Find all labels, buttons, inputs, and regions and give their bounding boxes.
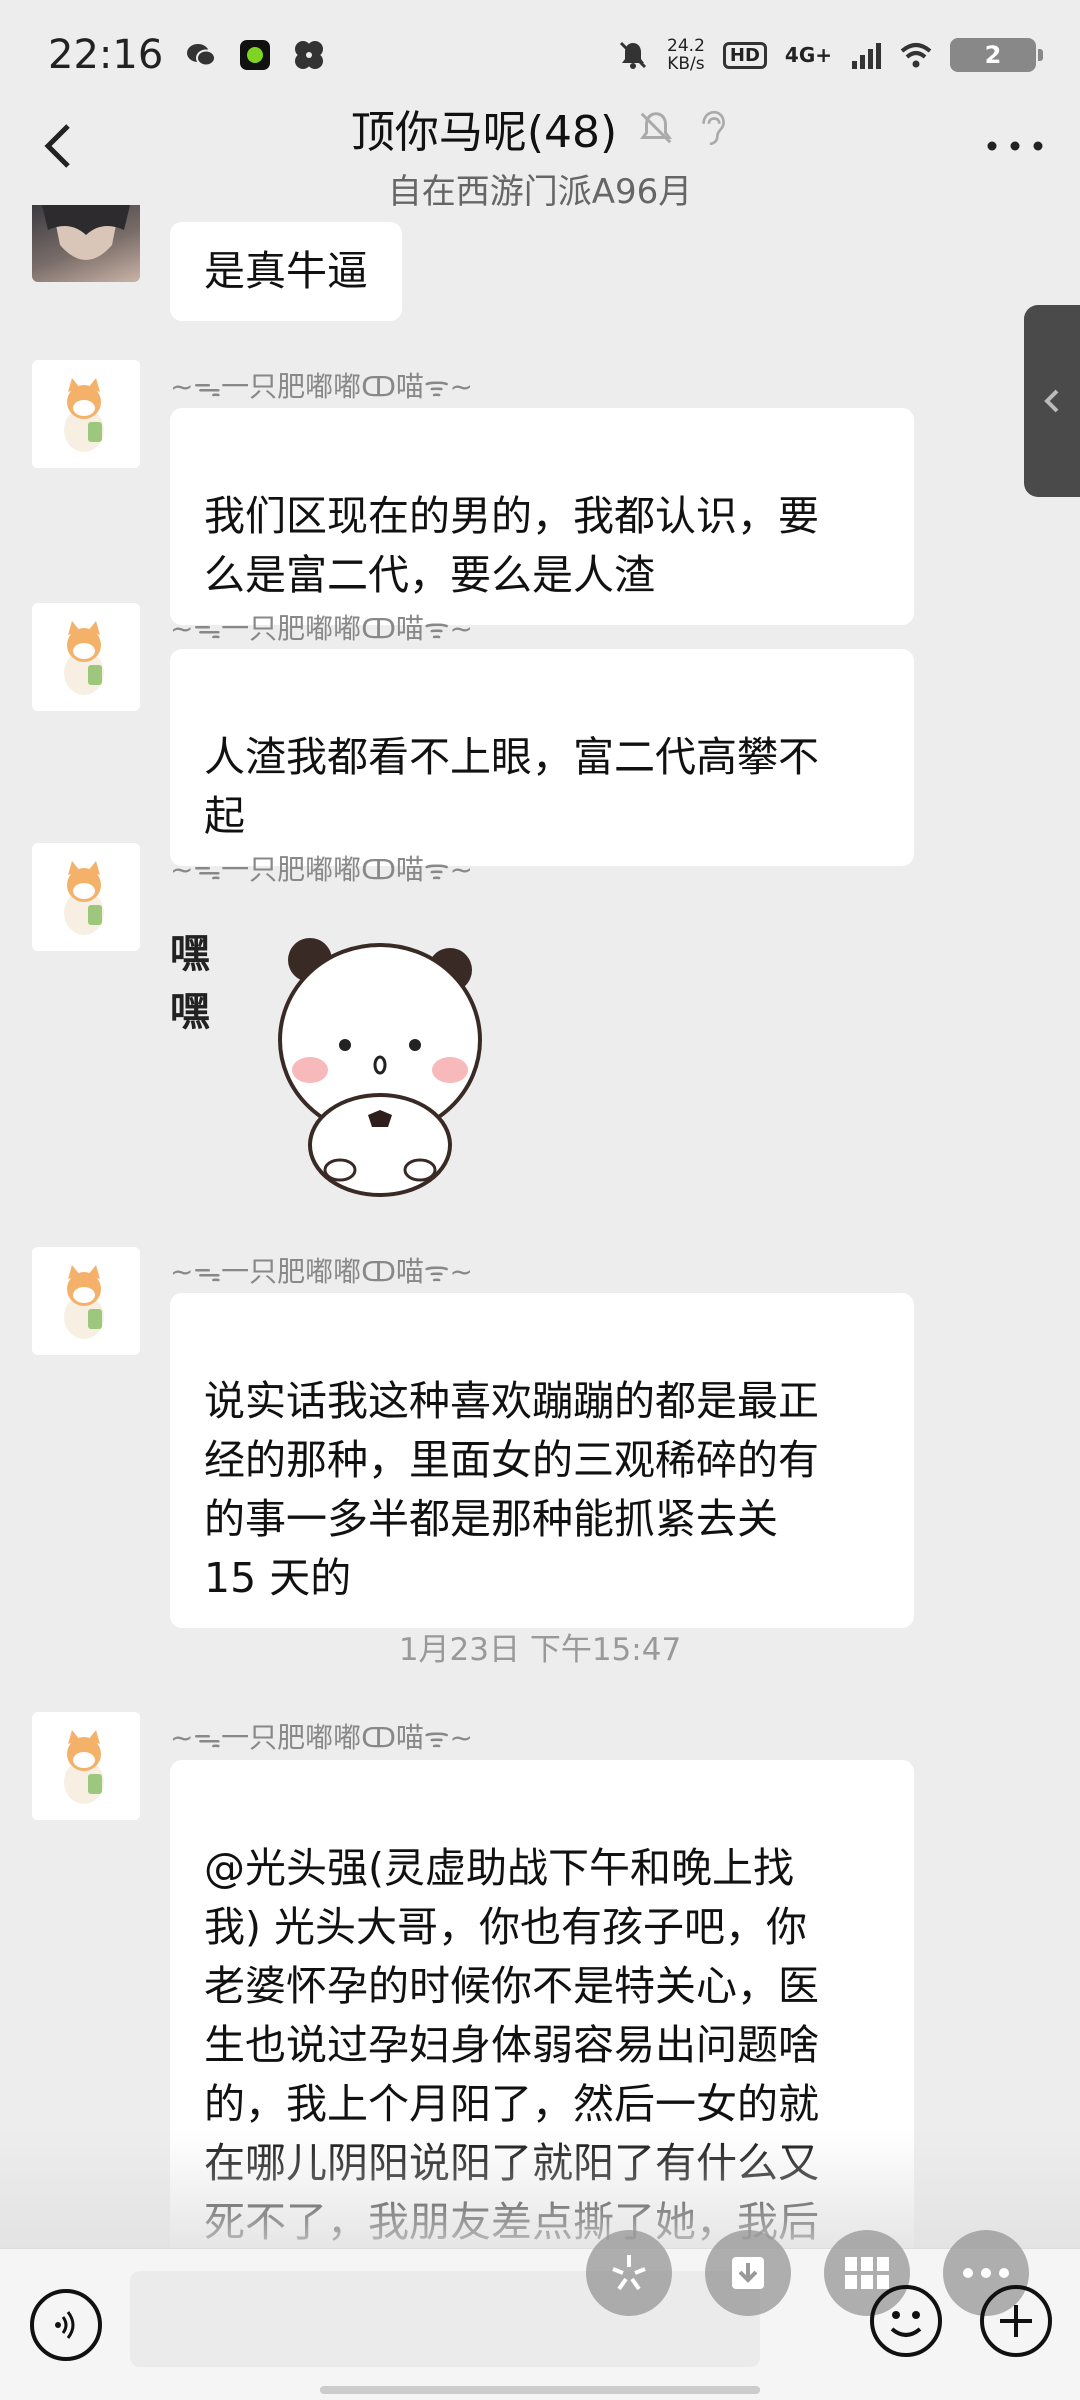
hd-badge: HD <box>722 41 767 69</box>
fan-icon <box>295 41 324 69</box>
chevron-left-icon <box>1044 389 1059 413</box>
speed-unit: KB/s <box>667 54 705 74</box>
avatar[interactable] <box>32 1247 140 1355</box>
network-type: 4G+ <box>784 43 832 67</box>
avatar[interactable] <box>32 360 140 468</box>
home-indicator[interactable] <box>320 2386 760 2394</box>
bell-off-icon <box>619 41 647 69</box>
sender-name: ~ᯓ一只肥嘟嘟ↀ喵ᯤ~ <box>170 612 473 645</box>
more-dots-icon <box>963 2268 1009 2278</box>
signal-icon <box>852 43 881 69</box>
avatar[interactable] <box>32 843 140 951</box>
message-text: 我们区现在的男的，我都认识，要 么是富二代，要么是人渣 <box>204 492 819 599</box>
cat-avatar-icon <box>32 360 140 468</box>
message-text: 说实话我这种喜欢蹦蹦的都是最正 经的那种，里面女的三观稀碎的有 的事一多半都是那… <box>204 1377 819 1602</box>
message-bubble[interactable]: 说实话我这种喜欢蹦蹦的都是最正 经的那种，里面女的三观稀碎的有 的事一多半都是那… <box>170 1293 914 1628</box>
grid-icon <box>845 2257 889 2289</box>
download-button[interactable] <box>705 2230 791 2316</box>
scroll-fade <box>0 2130 1080 2250</box>
chat-subtitle: 自在西游门派A96月 <box>387 172 693 212</box>
bell-off-icon <box>640 112 673 144</box>
network-speed: 24.2 KB/s <box>667 37 705 73</box>
speed-value: 24.2 <box>667 36 705 56</box>
message-bubble[interactable]: 人渣我都看不上眼，富二代高攀不 起 <box>170 649 914 866</box>
wifi-icon <box>900 43 932 68</box>
wechat-icon <box>187 44 217 67</box>
voice-icon <box>55 2311 75 2339</box>
chat-title: 顶你马呢(48) <box>350 107 618 158</box>
message-text: 是真牛逼 <box>204 247 368 295</box>
chat-timestamp: 1月23日 下午15:47 <box>398 1632 682 1668</box>
message-bubble[interactable]: 我们区现在的男的，我都认识，要 么是富二代，要么是人渣 <box>170 408 914 625</box>
cat-avatar-icon <box>32 843 140 951</box>
sender-name: ~ᯓ一只肥嘟嘟ↀ喵ᯤ~ <box>170 370 473 403</box>
ear-icon <box>702 110 726 146</box>
avatar[interactable] <box>32 1712 140 1820</box>
avatar[interactable] <box>32 603 140 711</box>
emoji-button[interactable] <box>870 2285 942 2357</box>
battery-indicator: 2 <box>950 38 1043 72</box>
emoji-icon <box>890 2311 922 2337</box>
panda-sticker[interactable]: 嘿嘿 <box>170 915 500 1215</box>
more-dots-icon[interactable] <box>980 126 1050 166</box>
panda-sticker-icon <box>278 938 482 1197</box>
sender-name: ~ᯓ一只肥嘟嘟ↀ喵ᯤ~ <box>170 853 473 886</box>
download-icon <box>732 2257 764 2289</box>
sticker-text: 嘿嘿 <box>170 931 210 1035</box>
side-drawer-tab[interactable] <box>1024 305 1080 497</box>
avatar[interactable] <box>32 205 140 282</box>
sender-name: ~ᯓ一只肥嘟嘟ↀ喵ᯤ~ <box>170 1255 473 1288</box>
app-icon <box>240 40 271 70</box>
sparkle-icon <box>612 2255 646 2291</box>
cat-avatar-icon <box>32 1247 140 1355</box>
chat-header: 顶你马呢(48) 自在西游门派A96月 <box>0 96 1080 212</box>
plus-button[interactable] <box>980 2285 1052 2357</box>
sparkle-button[interactable] <box>586 2230 672 2316</box>
cat-avatar-icon <box>32 1712 140 1820</box>
cat-avatar-icon <box>32 603 140 711</box>
plus-icon <box>1000 2305 1032 2337</box>
voice-button[interactable] <box>30 2289 102 2361</box>
sender-name: ~ᯓ一只肥嘟嘟ↀ喵ᯤ~ <box>170 1721 473 1754</box>
status-time: 22:16 <box>48 32 164 78</box>
message-bubble[interactable]: 是真牛逼 <box>170 222 402 321</box>
status-bar: 22:16 24.2 KB/s HD 4G+ 2 <box>0 0 1080 110</box>
message-text: 人渣我都看不上眼，富二代高攀不 起 <box>204 733 819 840</box>
